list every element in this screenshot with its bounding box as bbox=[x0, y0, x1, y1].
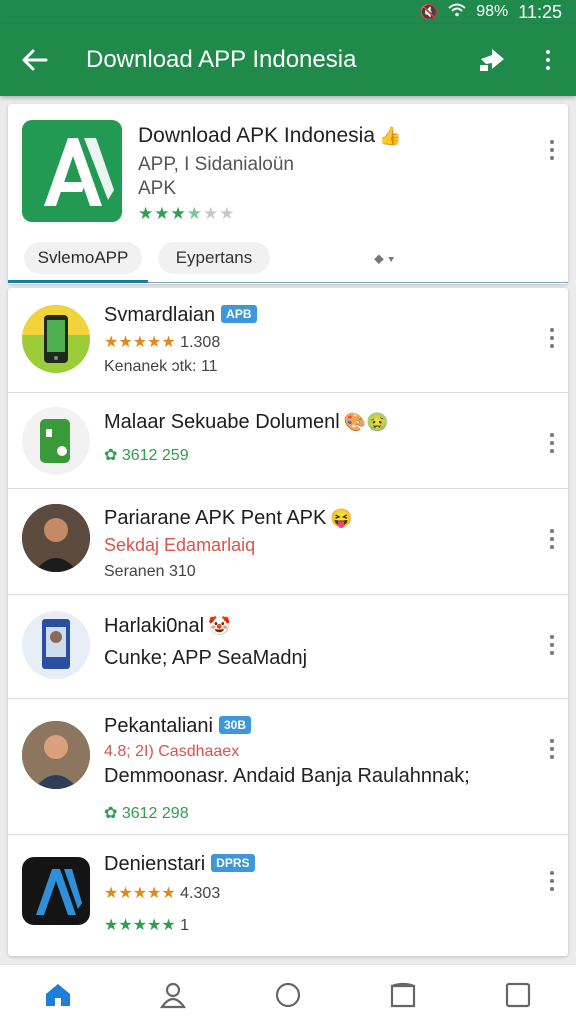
app-category: APK bbox=[138, 178, 177, 199]
nav-home[interactable] bbox=[28, 965, 88, 1024]
clock: 11:25 bbox=[518, 1, 562, 22]
app-rating-stars: ★★★★★★ bbox=[138, 204, 236, 223]
app-name: Download APK Indonesia 👍 bbox=[138, 124, 402, 147]
nav-library[interactable] bbox=[373, 965, 433, 1024]
app-rating: ★★★★★ 1.308 bbox=[104, 334, 221, 351]
avatar bbox=[22, 721, 90, 789]
more-vert-icon bbox=[550, 328, 554, 348]
more-vert-icon bbox=[546, 50, 550, 70]
back-arrow-icon bbox=[22, 49, 48, 71]
app-meta: ✿ 3612 259 bbox=[104, 447, 189, 464]
list-item[interactable]: Svmardlaian APB ★★★★★ 1.308 Kenanek ɔtk: … bbox=[8, 288, 568, 393]
square-icon bbox=[506, 982, 531, 1007]
share-button[interactable] bbox=[464, 24, 520, 96]
app-bar: Download APP Indonesia bbox=[0, 24, 576, 96]
app-rating: ★★★★★ 4.303 bbox=[104, 885, 221, 902]
tab-bar: SvlemoAPP Eypertans ⬥ ▾ bbox=[8, 240, 568, 284]
app-meta: ✿ 3612 298 bbox=[104, 805, 189, 822]
status-bar: 🔇 98% 11:25 bbox=[0, 0, 576, 24]
more-vert-icon bbox=[550, 140, 554, 160]
nav-circle[interactable] bbox=[258, 965, 318, 1024]
list-item[interactable]: Malaar Sekuabe Dolumenl 🎨🤢 ✿ 3612 259 bbox=[8, 393, 568, 489]
page-title: Download APP Indonesia bbox=[86, 46, 357, 73]
share-icon bbox=[480, 49, 504, 71]
item-menu-button[interactable] bbox=[550, 871, 554, 891]
book-icon bbox=[391, 982, 416, 1007]
list-item[interactable]: Harlaki0nal 🤡 Cunke; APP SeaMadnj bbox=[8, 595, 568, 699]
app-meta: Seranen 310 bbox=[104, 563, 196, 580]
tab-dropdown-icon[interactable]: ⬥ ▾ bbox=[374, 250, 395, 267]
mute-icon: 🔇 bbox=[419, 4, 439, 21]
card-menu-button[interactable] bbox=[550, 140, 554, 160]
nav-profile[interactable] bbox=[143, 965, 203, 1024]
more-vert-icon bbox=[550, 433, 554, 453]
app-description: Demmoonasr. Andaid Banja Raulahnnak; bbox=[104, 765, 470, 787]
overflow-menu-button[interactable] bbox=[520, 24, 576, 96]
more-vert-icon bbox=[550, 739, 554, 759]
app-title: Pekantaliani 30B bbox=[104, 715, 251, 738]
app-title: Pariarane APK Pent APK 😝 bbox=[104, 507, 353, 529]
badge-icon: ✿ bbox=[104, 805, 118, 822]
person-icon bbox=[159, 982, 186, 1008]
app-subtitle: Cunke; APP SeaMadnj bbox=[104, 647, 308, 669]
list-item[interactable]: Pariarane APK Pent APK 😝 Sekdaj Edamarlai… bbox=[8, 489, 568, 595]
badge-icon: ✿ bbox=[104, 447, 118, 464]
item-menu-button[interactable] bbox=[550, 635, 554, 655]
app-icon-a-logo bbox=[22, 857, 90, 925]
app-title: Malaar Sekuabe Dolumenl 🎨🤢 bbox=[104, 411, 389, 433]
app-rating: 4.8; 2I) Casdhaaex bbox=[104, 743, 240, 760]
app-subtitle: APP, I Sidanialoün bbox=[138, 154, 294, 175]
item-menu-button[interactable] bbox=[550, 328, 554, 348]
more-vert-icon bbox=[550, 635, 554, 655]
bottom-nav bbox=[0, 964, 576, 1024]
app-icon-card bbox=[22, 611, 90, 679]
tab-svlemoapp[interactable]: SvlemoAPP bbox=[24, 242, 142, 274]
back-button[interactable] bbox=[0, 24, 70, 96]
more-vert-icon bbox=[550, 871, 554, 891]
app-subtitle: Sekdaj Edamarlaiq bbox=[104, 535, 256, 555]
tab-eypertans[interactable]: Eypertans bbox=[158, 242, 270, 274]
app-list: Svmardlaian APB ★★★★★ 1.308 Kenanek ɔtk: … bbox=[8, 288, 568, 956]
app-title: Denienstari DPRS bbox=[104, 853, 255, 876]
app-title: Harlaki0nal 🤡 bbox=[104, 615, 231, 637]
battery-level: 98% bbox=[476, 3, 509, 20]
app-meta: Kenanek ɔtk: 11 bbox=[104, 358, 218, 375]
app-rating-secondary: ★★★★★ 1 bbox=[104, 917, 190, 934]
wifi-icon bbox=[448, 3, 466, 21]
list-item[interactable]: Denienstari DPRS ★★★★★ 4.303 ★★★★★ 1 bbox=[8, 835, 568, 956]
avatar bbox=[22, 504, 90, 572]
app-logo bbox=[22, 120, 122, 222]
more-vert-icon bbox=[550, 529, 554, 549]
home-icon bbox=[45, 983, 70, 1006]
item-menu-button[interactable] bbox=[550, 529, 554, 549]
nav-recents[interactable] bbox=[488, 965, 548, 1024]
circle-icon bbox=[275, 982, 301, 1007]
list-item[interactable]: Pekantaliani 30B 4.8; 2I) Casdhaaex Demmo… bbox=[8, 699, 568, 835]
item-menu-button[interactable] bbox=[550, 433, 554, 453]
featured-app-card[interactable]: Download APK Indonesia 👍 APP, I Sidanialo… bbox=[8, 104, 568, 284]
app-icon-sim bbox=[22, 407, 90, 475]
item-menu-button[interactable] bbox=[550, 739, 554, 759]
active-tab-indicator bbox=[8, 280, 148, 283]
app-title: Svmardlaian APB bbox=[104, 304, 257, 327]
app-icon-phone bbox=[22, 305, 90, 373]
